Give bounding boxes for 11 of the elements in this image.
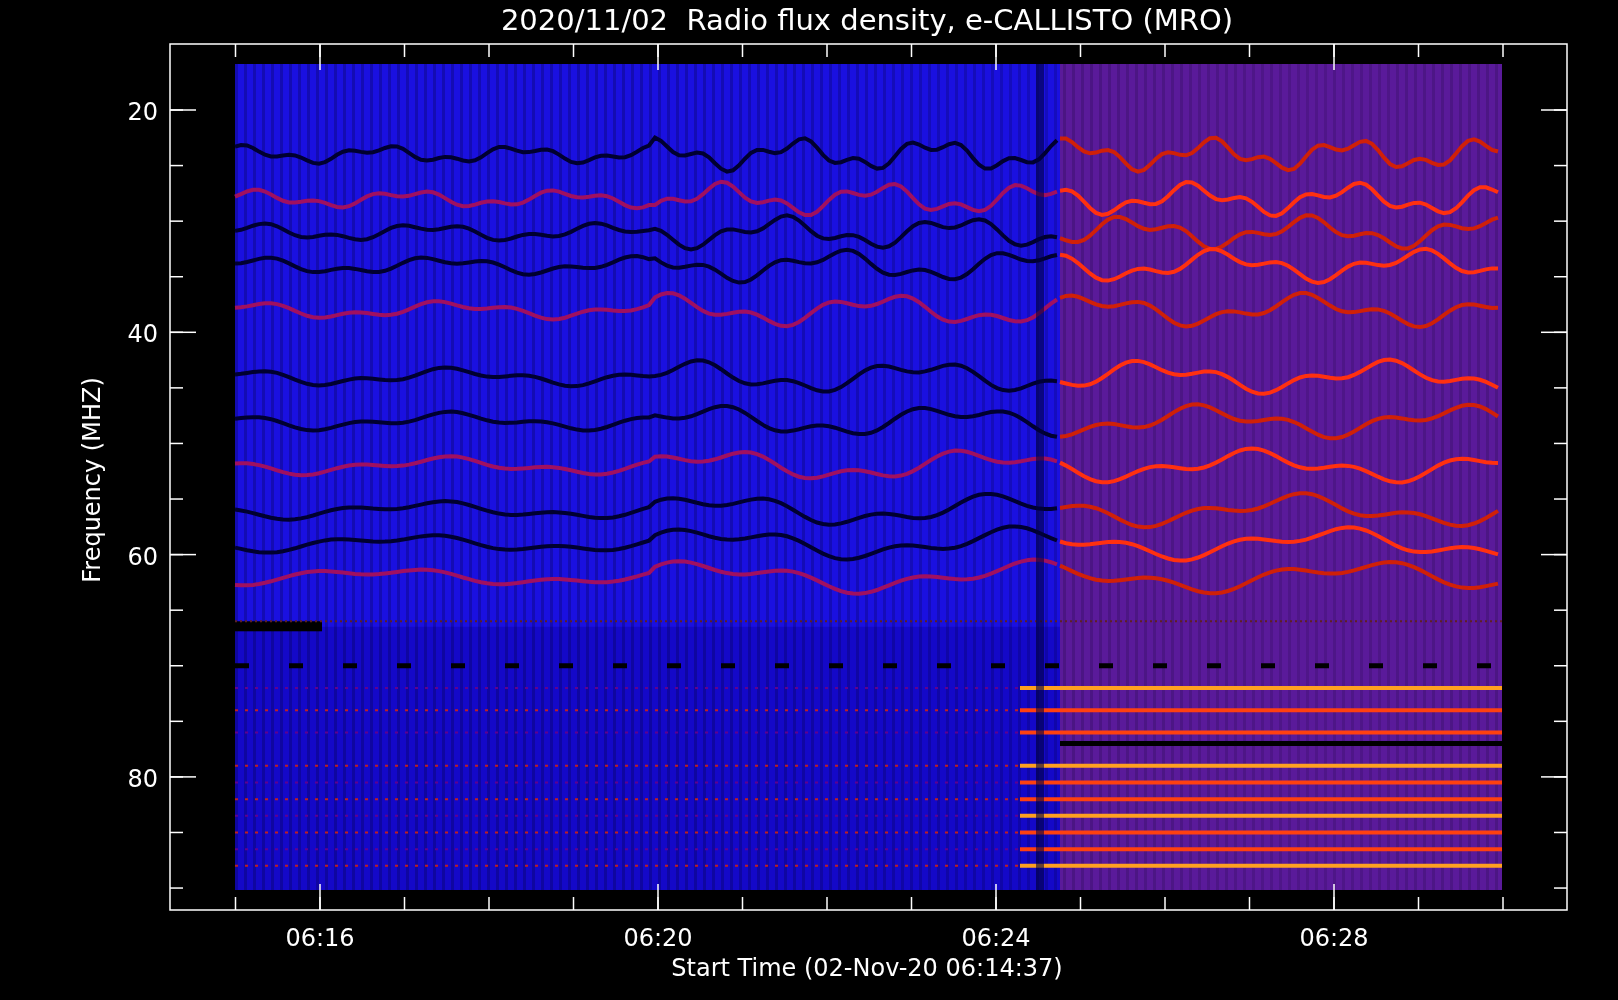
tick-label: 06:24 bbox=[961, 924, 1031, 952]
tick-label: 20 bbox=[127, 98, 158, 126]
axis-label: Frequency (MHZ) bbox=[78, 377, 106, 583]
tick-label: 06:16 bbox=[285, 924, 355, 952]
tick-label: 06:20 bbox=[623, 924, 693, 952]
tick-label: 60 bbox=[127, 542, 158, 571]
axis-label: Start Time (02-Nov-20 06:14:37) bbox=[671, 954, 1063, 982]
chart-title: 2020/11/02 Radio flux density, e-CALLISTO (MRO) bbox=[500, 3, 1234, 37]
tick-label: 80 bbox=[127, 764, 158, 793]
tick-label: 40 bbox=[127, 320, 158, 349]
tick-label: 06:28 bbox=[1299, 924, 1369, 952]
